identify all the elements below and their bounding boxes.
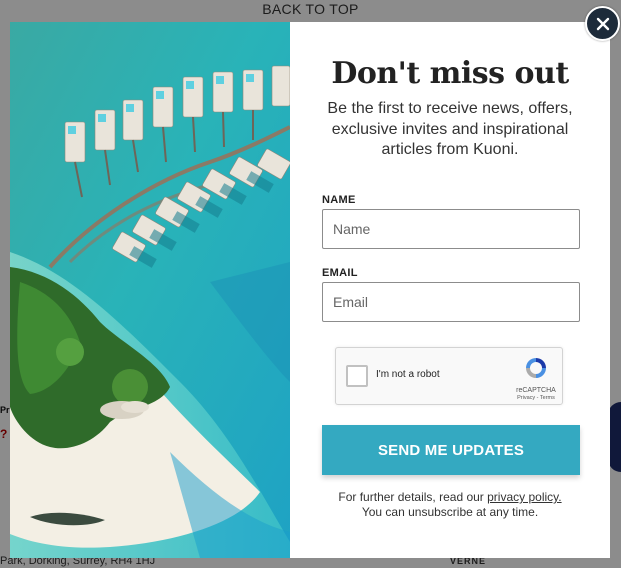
email-label: EMAIL bbox=[322, 267, 358, 279]
modal-subtitle: Be the first to receive news, offers, ex… bbox=[327, 100, 573, 158]
recaptcha-icon bbox=[526, 358, 546, 378]
recaptcha-checkbox[interactable] bbox=[346, 365, 368, 387]
email-input[interactable] bbox=[322, 282, 580, 322]
send-updates-button[interactable]: SEND ME UPDATES bbox=[322, 425, 580, 475]
recaptcha-label: I'm not a robot bbox=[376, 369, 440, 380]
signup-form-panel: Don't miss out Be the first to receive n… bbox=[290, 22, 610, 558]
recaptcha-links[interactable]: Privacy - Terms bbox=[512, 395, 560, 401]
close-icon bbox=[596, 17, 609, 30]
name-label: NAME bbox=[322, 194, 356, 206]
unsubscribe-note: You can unsubscribe at any time. bbox=[361, 505, 539, 519]
recaptcha-widget: I'm not a robot reCAPTCHA Privacy - Term… bbox=[335, 347, 563, 405]
maldives-aerial-image bbox=[10, 22, 290, 558]
privacy-note-prefix: For further details, read our bbox=[338, 490, 488, 504]
modal-title: Don't miss out bbox=[331, 56, 569, 91]
name-input[interactable] bbox=[322, 209, 580, 249]
close-modal-button[interactable] bbox=[585, 6, 620, 41]
privacy-policy-link[interactable]: privacy policy. bbox=[487, 490, 561, 504]
recaptcha-brand: reCAPTCHA bbox=[516, 387, 556, 394]
privacy-note: For further details, read our privacy po… bbox=[310, 490, 590, 520]
newsletter-modal: Don't miss out Be the first to receive n… bbox=[10, 22, 610, 558]
recaptcha-logo: reCAPTCHA Privacy - Terms bbox=[512, 355, 560, 401]
